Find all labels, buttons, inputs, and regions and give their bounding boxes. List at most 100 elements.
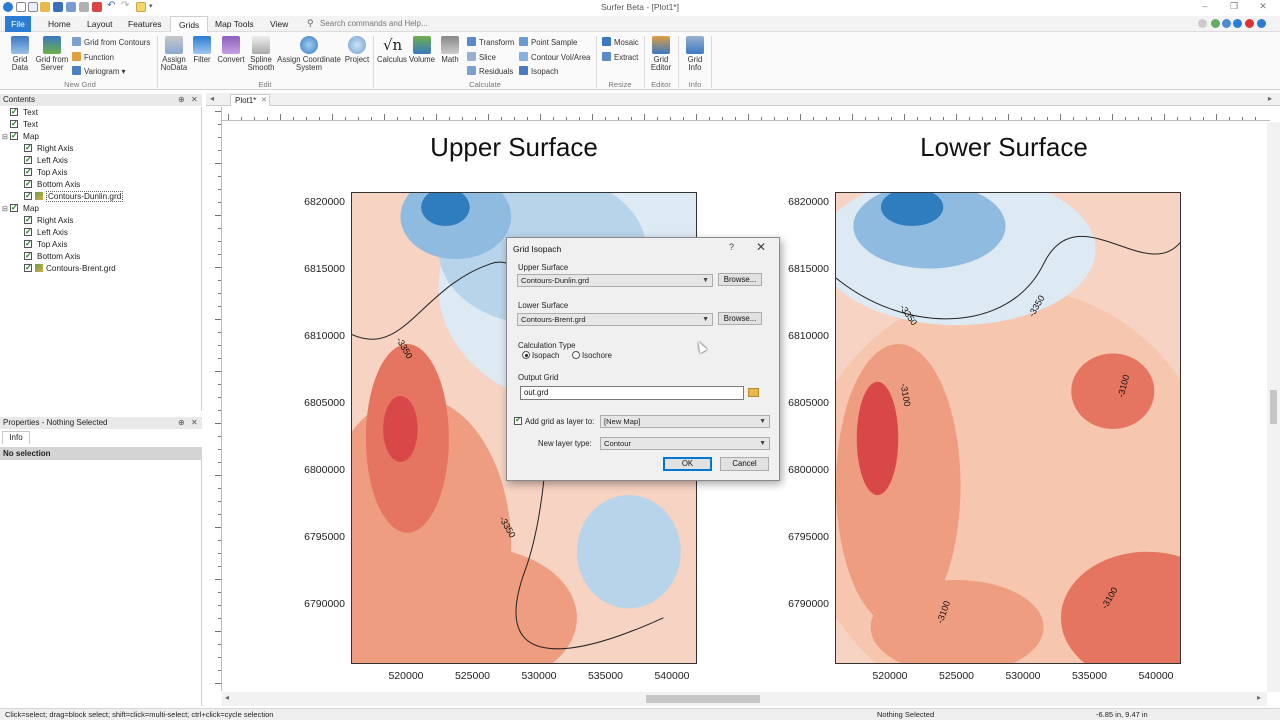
tab-info[interactable]: Info — [2, 431, 30, 444]
add-layer-target-select[interactable]: [New Map] ▼ — [600, 415, 770, 428]
vertical-scrollbar[interactable] — [1267, 122, 1280, 692]
grid-info-button[interactable]: Grid Info — [682, 36, 708, 72]
options-icon[interactable] — [1222, 19, 1231, 28]
visibility-checkbox[interactable] — [10, 118, 18, 130]
tree-item[interactable]: ⊟ Map — [2, 202, 39, 216]
tab-features[interactable]: Features — [120, 16, 170, 32]
grid-data-button[interactable]: Grid Data — [6, 36, 34, 72]
ruler-tick — [618, 117, 619, 120]
visibility-checkbox[interactable] — [24, 190, 32, 202]
visibility-checkbox[interactable] — [24, 250, 32, 262]
horizontal-scrollbar[interactable]: ◂ ▸ — [222, 692, 1267, 706]
collapse-icon[interactable]: ⊟ — [2, 204, 10, 216]
tree-item[interactable]: Text — [2, 118, 38, 131]
visibility-checkbox[interactable] — [24, 262, 32, 274]
visibility-checkbox[interactable] — [24, 166, 32, 178]
residuals-button[interactable]: Residuals — [467, 66, 513, 77]
tab-map-tools[interactable]: Map Tools — [207, 16, 262, 32]
scroll-thumb[interactable] — [1270, 390, 1277, 424]
extract-button[interactable]: Extract — [602, 52, 638, 63]
mosaic-button[interactable]: Mosaic — [602, 37, 639, 48]
math-button[interactable]: Math — [438, 36, 462, 64]
tab-scroll-left-icon[interactable]: ◂ — [210, 94, 214, 103]
contour-map[interactable] — [835, 192, 1181, 664]
grid-from-server-button[interactable]: Grid from Server — [34, 36, 70, 72]
tree-item-label: Bottom Axis — [37, 252, 81, 261]
close-tab-icon[interactable]: ✕ — [261, 95, 267, 106]
point-sample-button[interactable]: Point Sample — [519, 37, 577, 48]
minimize-icon[interactable]: – — [1198, 1, 1212, 11]
scroll-thumb[interactable] — [646, 695, 760, 703]
tab-view[interactable]: View — [262, 16, 296, 32]
help-button[interactable]: ? — [729, 242, 734, 252]
project-button[interactable]: Project — [343, 36, 371, 64]
add-grid-as-layer-checkbox[interactable]: Add grid as layer to: — [514, 415, 594, 426]
visibility-checkbox[interactable] — [10, 130, 18, 142]
tab-home[interactable]: Home — [40, 16, 79, 32]
open-folder-icon[interactable] — [748, 388, 759, 397]
restore-icon[interactable]: ❐ — [1227, 1, 1241, 12]
visibility-checkbox[interactable] — [10, 202, 18, 214]
tree-item[interactable]: Bottom Axis — [24, 178, 80, 191]
variogram-button[interactable]: Variogram ▾ — [72, 66, 125, 77]
visibility-checkbox[interactable] — [24, 154, 32, 166]
upper-surface-select[interactable]: Contours-Dunlin.grd ▼ — [517, 274, 713, 287]
tab-plot1[interactable]: Plot1* ✕ — [230, 94, 270, 106]
tree-item[interactable]: ⊟ Map — [2, 130, 39, 144]
function-button[interactable]: Function — [72, 52, 114, 63]
tab-grids[interactable]: Grids — [170, 16, 209, 33]
visibility-checkbox[interactable] — [24, 214, 32, 226]
map-title[interactable]: Upper Surface — [334, 132, 694, 163]
visibility-checkbox[interactable] — [10, 106, 18, 118]
map-title[interactable]: Lower Surface — [824, 132, 1184, 163]
help-icon[interactable] — [1233, 19, 1242, 28]
filter-button[interactable]: Filter — [190, 36, 214, 64]
calculus-button[interactable]: √n Calculus — [376, 36, 408, 64]
assign-coordinate-system-button[interactable]: Assign Coordinate System — [276, 36, 342, 72]
isopach-radio[interactable]: Isopach — [522, 351, 559, 360]
tab-file[interactable]: File — [5, 16, 31, 32]
pin-icon[interactable]: ⊕ — [178, 417, 185, 429]
browse-upper-button[interactable]: Browse... — [718, 273, 762, 286]
collapse-icon[interactable]: ⊟ — [2, 132, 10, 144]
spline-smooth-button[interactable]: Spline Smooth — [246, 36, 276, 72]
close-window-icon[interactable]: ✕ — [1256, 1, 1270, 12]
visibility-checkbox[interactable] — [24, 178, 32, 190]
cancel-button[interactable]: Cancel — [720, 457, 769, 471]
close-pane-icon[interactable]: ✕ — [191, 417, 198, 429]
transform-button[interactable]: Transform — [467, 37, 514, 48]
command-search-input[interactable]: Search commands and Help... — [320, 18, 460, 30]
browse-lower-button[interactable]: Browse... — [718, 312, 762, 325]
tree-item[interactable]: Contours-Brent.grd — [24, 262, 116, 275]
close-pane-icon[interactable]: ✕ — [191, 94, 198, 106]
grid-editor-button[interactable]: Grid Editor — [647, 36, 675, 72]
scroll-right-icon[interactable]: ▸ — [1257, 693, 1261, 702]
output-grid-input[interactable]: out.grd — [520, 386, 744, 400]
close-dialog-icon[interactable]: ✕ — [756, 240, 766, 254]
contour-vol-area-button[interactable]: Contour Vol/Area — [519, 52, 590, 63]
scroll-left-icon[interactable]: ◂ — [225, 693, 229, 702]
tree-item[interactable]: Bottom Axis — [24, 250, 81, 263]
ok-button[interactable]: OK — [663, 457, 712, 471]
collapse-ribbon-icon[interactable] — [1198, 19, 1207, 28]
tree-item[interactable]: Text — [2, 106, 38, 119]
isopach-button[interactable]: Isopach — [519, 66, 558, 77]
visibility-checkbox[interactable] — [24, 238, 32, 250]
convert-button[interactable]: Convert — [216, 36, 246, 64]
about-icon[interactable] — [1245, 19, 1254, 28]
tab-scroll-right-icon[interactable]: ▸ — [1268, 94, 1272, 103]
pin-icon[interactable]: ⊕ — [178, 94, 185, 106]
volume-button[interactable]: Volume — [408, 36, 436, 64]
tab-layout[interactable]: Layout — [79, 16, 121, 32]
assign-nodata-button[interactable]: Assign NoData — [160, 36, 188, 72]
slice-button[interactable]: Slice — [467, 52, 496, 63]
windows-icon[interactable] — [1211, 19, 1220, 28]
grid-from-contours-button[interactable]: Grid from Contours — [72, 37, 150, 48]
isochore-radio[interactable]: Isochore — [572, 351, 612, 360]
tree-item[interactable]: Contours-Dunlin.grd — [24, 190, 124, 203]
visibility-checkbox[interactable] — [24, 142, 32, 154]
lower-surface-select[interactable]: Contours-Brent.grd ▼ — [517, 313, 713, 326]
visibility-checkbox[interactable] — [24, 226, 32, 238]
feedback-icon[interactable] — [1257, 19, 1266, 28]
new-layer-type-select[interactable]: Contour ▼ — [600, 437, 770, 450]
